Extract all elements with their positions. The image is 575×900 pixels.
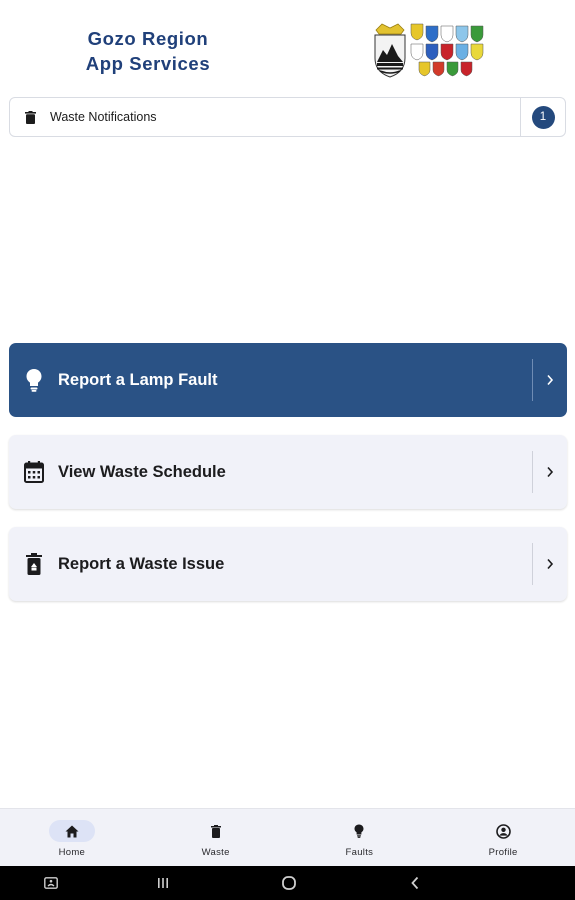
system-navigation-bar <box>0 866 575 900</box>
report-lamp-fault-button[interactable]: Report a Lamp Fault <box>9 343 567 417</box>
app-title-line2: App Services <box>85 53 211 74</box>
home-icon <box>48 820 95 842</box>
waste-notifications-label: Waste Notifications <box>50 110 157 124</box>
nav-item-profile[interactable]: Profile <box>431 809 575 866</box>
report-waste-issue-button[interactable]: Report a Waste Issue <box>9 527 567 601</box>
chevron-right-icon <box>533 374 567 386</box>
bottom-navigation: Home Waste Faults Profile <box>0 808 575 866</box>
municipal-shields-icon <box>410 23 484 77</box>
notification-count-badge: 1 <box>531 105 555 129</box>
recycle-bin-icon <box>9 553 58 575</box>
calendar-icon <box>9 461 58 483</box>
lightbulb-icon <box>336 820 382 842</box>
trash-icon <box>10 110 50 124</box>
app-title-line1: Gozo Region <box>87 28 209 49</box>
app-title: Gozo Region App Services <box>82 26 214 76</box>
accessibility-icon[interactable] <box>38 866 64 900</box>
nav-label-home: Home <box>58 847 86 858</box>
nav-label-waste: Waste <box>201 847 230 858</box>
nav-label-faults: Faults <box>345 847 374 858</box>
lightbulb-icon <box>9 368 58 392</box>
nav-item-home[interactable]: Home <box>0 809 144 866</box>
main-shield-icon <box>374 23 406 78</box>
trash-icon <box>193 820 239 842</box>
report-lamp-fault-label: Report a Lamp Fault <box>58 370 218 389</box>
gozo-region-crest-logo <box>374 23 484 78</box>
report-waste-issue-label: Report a Waste Issue <box>58 554 225 573</box>
app-screen: Gozo Region App Services Waste Notificat… <box>0 0 575 900</box>
nav-label-profile: Profile <box>488 847 518 858</box>
app-header: Gozo Region App Services <box>0 0 575 95</box>
recent-apps-icon[interactable] <box>150 866 176 900</box>
waste-notifications-bar[interactable]: Waste Notifications 1 <box>9 97 566 137</box>
notification-count-wrap[interactable]: 1 <box>521 105 565 129</box>
chevron-right-icon <box>533 466 567 478</box>
nav-item-faults[interactable]: Faults <box>288 809 432 866</box>
chevron-right-icon <box>533 558 567 570</box>
view-waste-schedule-button[interactable]: View Waste Schedule <box>9 435 567 509</box>
back-icon[interactable] <box>402 866 428 900</box>
account-circle-icon <box>480 820 526 842</box>
nav-item-waste[interactable]: Waste <box>144 809 288 866</box>
home-circle-icon[interactable] <box>276 866 302 900</box>
view-waste-schedule-label: View Waste Schedule <box>58 462 226 481</box>
